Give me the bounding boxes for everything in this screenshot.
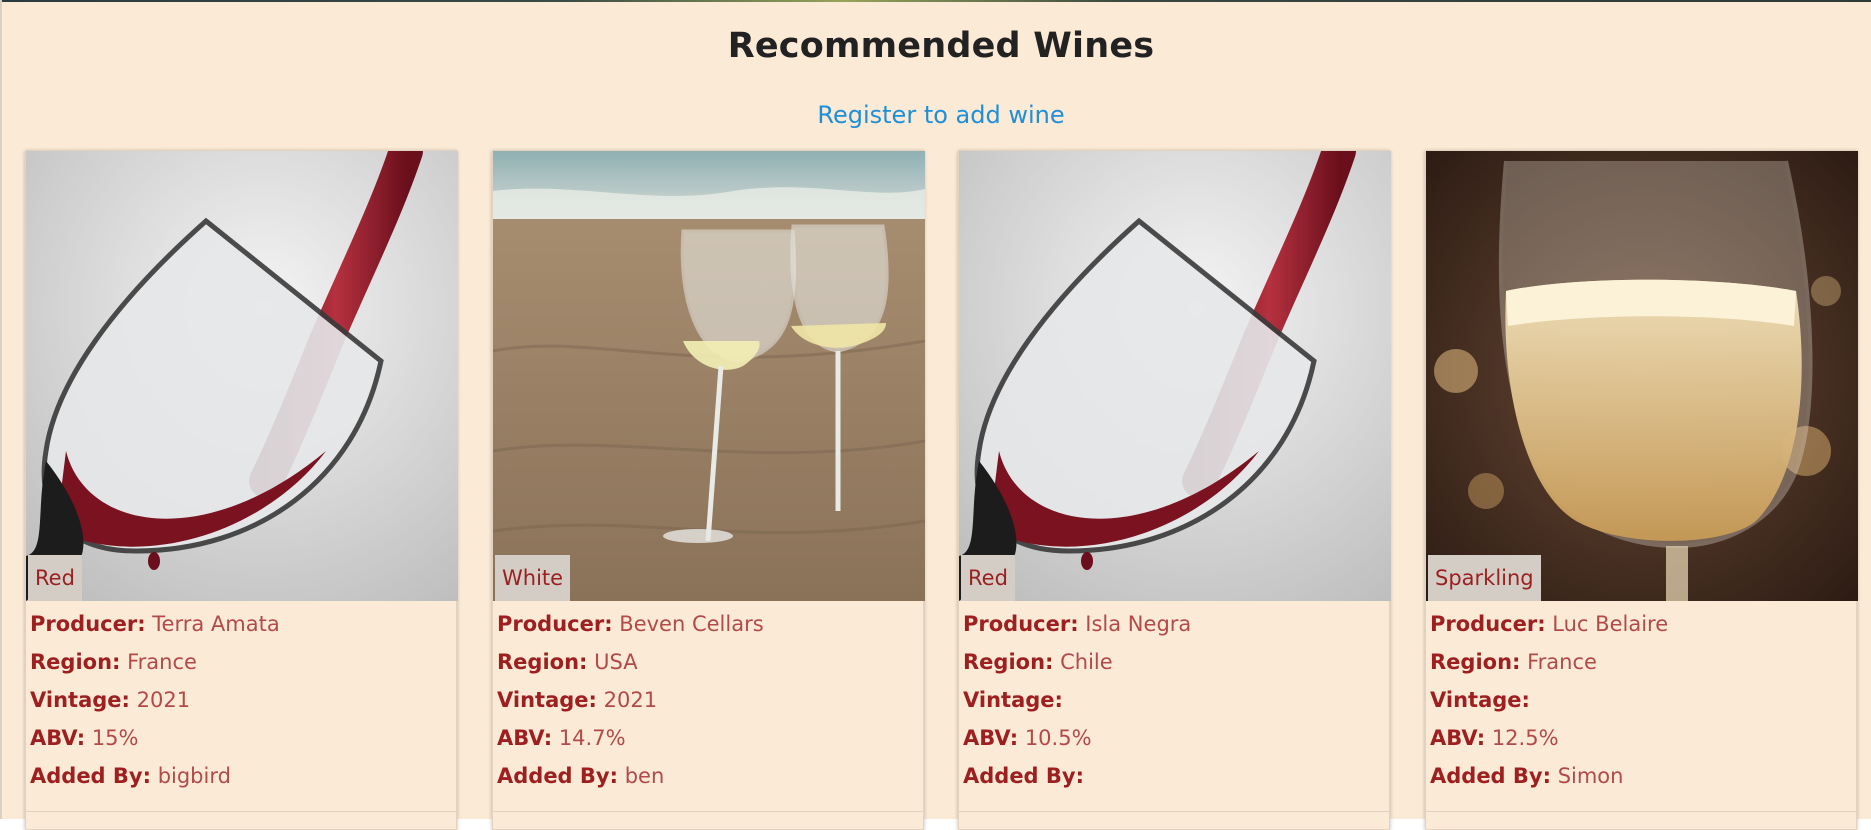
region-value: France xyxy=(127,650,197,674)
vintage-row: Vintage: 2021 xyxy=(497,685,919,723)
page-title: Recommended Wines xyxy=(727,26,1155,66)
producer-label: Producer: xyxy=(30,612,146,636)
top-image-strip xyxy=(2,0,1871,2)
added-by-value: bigbird xyxy=(157,764,231,788)
producer-label: Producer: xyxy=(1430,612,1546,636)
producer-row: Producer: Luc Belaire xyxy=(1430,609,1852,647)
vintage-label: Vintage: xyxy=(963,688,1063,712)
wine-type-badge: Red xyxy=(28,555,82,601)
abv-row: ABV: 12.5% xyxy=(1430,723,1852,761)
added-by-row: Added By: ben xyxy=(497,761,919,799)
added-by-label: Added By: xyxy=(963,764,1084,788)
added-by-label: Added By: xyxy=(1430,764,1551,788)
abv-value: 15% xyxy=(91,726,139,750)
abv-row: ABV: 10.5% xyxy=(963,723,1385,761)
abv-row: ABV: 15% xyxy=(30,723,452,761)
page-frame: Recommended Wines Register to add wine R… xyxy=(0,0,1871,830)
producer-value: Beven Cellars xyxy=(619,612,764,636)
wine-details: Producer: Luc Belaire Region: France Vin… xyxy=(1426,601,1856,799)
wine-details: Producer: Isla Negra Region: Chile Vinta… xyxy=(959,601,1389,799)
abv-value: 14.7% xyxy=(558,726,626,750)
abv-label: ABV: xyxy=(497,726,553,750)
vintage-value: 2021 xyxy=(136,688,191,712)
abv-value: 10.5% xyxy=(1024,726,1092,750)
wine-type-badge: Red xyxy=(961,555,1015,601)
vintage-label: Vintage: xyxy=(497,688,597,712)
region-label: Region: xyxy=(497,650,588,674)
producer-row: Producer: Beven Cellars xyxy=(497,609,919,647)
register-to-add-wine-link[interactable]: Register to add wine xyxy=(2,101,1871,129)
wine-type-badge: Sparkling xyxy=(1428,555,1541,601)
region-label: Region: xyxy=(1430,650,1521,674)
region-value: USA xyxy=(594,650,638,674)
wine-details: Producer: Terra Amata Region: France Vin… xyxy=(26,601,456,799)
abv-label: ABV: xyxy=(30,726,86,750)
region-value: France xyxy=(1527,650,1597,674)
producer-label: Producer: xyxy=(963,612,1079,636)
region-label: Region: xyxy=(963,650,1054,674)
wine-details: Producer: Beven Cellars Region: USA Vint… xyxy=(493,601,923,799)
added-by-row: Added By: bigbird xyxy=(30,761,452,799)
vintage-row: Vintage: 2021 xyxy=(30,685,452,723)
producer-row: Producer: Terra Amata xyxy=(30,609,452,647)
wine-card[interactable]: Red Producer: Isla Negra Region: Chile V… xyxy=(958,150,1391,830)
vintage-value: 2021 xyxy=(603,688,658,712)
region-row: Region: USA xyxy=(497,647,919,685)
red-wine-pour-image: Red xyxy=(26,151,458,601)
abv-label: ABV: xyxy=(1430,726,1486,750)
added-by-row: Added By: xyxy=(963,761,1385,799)
abv-label: ABV: xyxy=(963,726,1019,750)
card-divider xyxy=(959,811,1389,812)
vintage-row: Vintage: xyxy=(963,685,1385,723)
card-divider xyxy=(493,811,923,812)
wine-card[interactable]: White Producer: Beven Cellars Region: US… xyxy=(492,150,925,830)
added-by-value: ben xyxy=(624,764,665,788)
red-wine-pour-image: Red xyxy=(959,151,1391,601)
card-divider xyxy=(26,811,456,812)
added-by-label: Added By: xyxy=(497,764,618,788)
region-row: Region: Chile xyxy=(963,647,1385,685)
region-value: Chile xyxy=(1060,650,1113,674)
vintage-row: Vintage: xyxy=(1430,685,1852,723)
vintage-label: Vintage: xyxy=(1430,688,1530,712)
producer-value: Isla Negra xyxy=(1085,612,1192,636)
wine-card[interactable]: Red Producer: Terra Amata Region: France… xyxy=(25,150,458,830)
abv-value: 12.5% xyxy=(1491,726,1559,750)
added-by-label: Added By: xyxy=(30,764,151,788)
white-wine-beach-image: White xyxy=(493,151,925,601)
region-label: Region: xyxy=(30,650,121,674)
producer-row: Producer: Isla Negra xyxy=(963,609,1385,647)
added-by-value: Simon xyxy=(1557,764,1624,788)
region-row: Region: France xyxy=(30,647,452,685)
producer-value: Luc Belaire xyxy=(1552,612,1669,636)
producer-value: Terra Amata xyxy=(152,612,280,636)
vintage-label: Vintage: xyxy=(30,688,130,712)
region-row: Region: France xyxy=(1430,647,1852,685)
producer-label: Producer: xyxy=(497,612,613,636)
wine-type-badge: White xyxy=(495,555,571,601)
card-divider xyxy=(1426,811,1856,812)
abv-row: ABV: 14.7% xyxy=(497,723,919,761)
wine-card[interactable]: Sparkling Producer: Luc Belaire Region: … xyxy=(1425,150,1858,830)
added-by-row: Added By: Simon xyxy=(1430,761,1852,799)
sparkling-wine-glass-image: Sparkling xyxy=(1426,151,1858,601)
